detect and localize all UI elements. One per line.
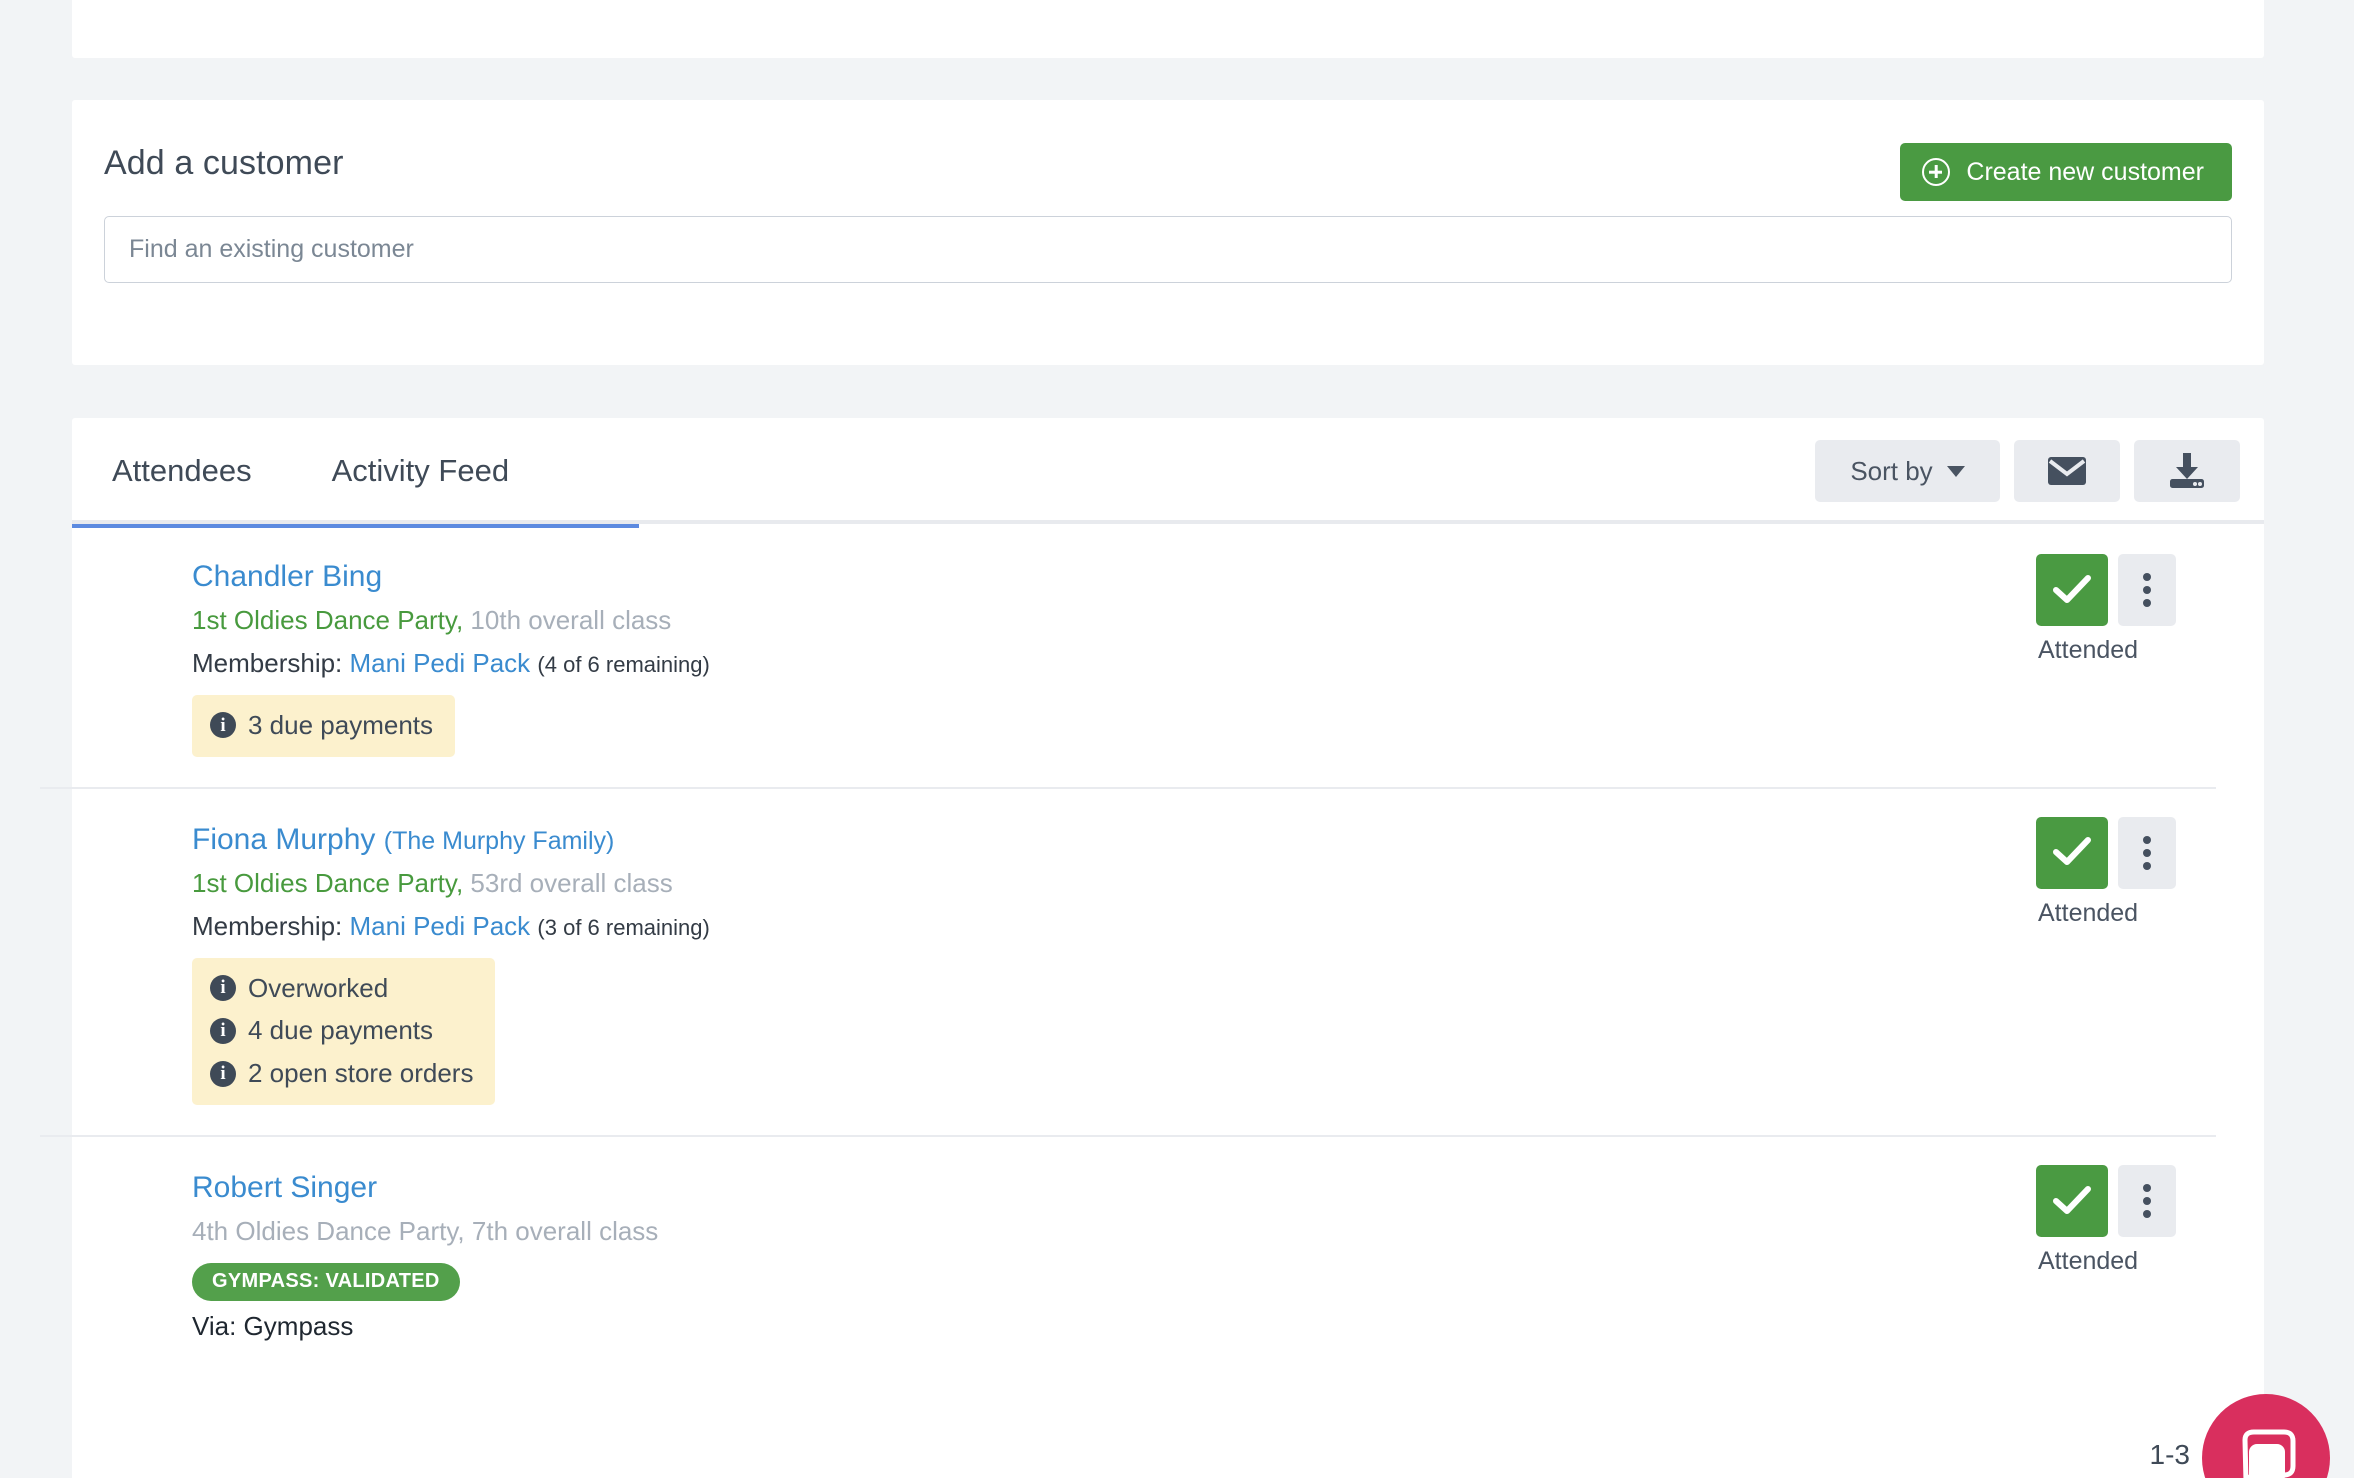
attendee-options-button[interactable] — [2118, 554, 2176, 626]
info-icon: i — [210, 712, 236, 739]
attendee-name-link[interactable]: Robert Singer — [192, 1171, 377, 1204]
tab-bar: Attendees Activity Feed Sort by — [72, 418, 2264, 528]
class-overall: 53rd overall class — [470, 867, 673, 898]
kebab-dot-icon — [2143, 1197, 2151, 1206]
add-customer-card: Add a customer Create new customer — [72, 100, 2264, 365]
kebab-dot-icon — [2143, 1210, 2151, 1219]
page-root: Add a customer Create new customer Atten… — [0, 0, 2354, 1478]
envelope-icon — [2047, 456, 2087, 486]
tab-attendees-label: Attendees — [112, 453, 252, 488]
attendees-card: Attendees Activity Feed Sort by Chandler… — [40, 418, 2264, 1478]
attendee-membership-line: Membership: Mani Pedi Pack (4 of 6 remai… — [192, 644, 2264, 683]
attendee-options-button[interactable] — [2118, 816, 2176, 889]
class-ordinal: 1st Oldies Dance Party, — [192, 867, 464, 898]
attendee-options-button[interactable] — [2118, 1165, 2176, 1238]
status-badge: GYMPASS: VALIDATED — [192, 1263, 460, 1302]
chevron-down-icon — [1946, 465, 1965, 477]
attendee-membership-line: Membership: Mani Pedi Pack (3 of 6 remai… — [192, 907, 2264, 946]
membership-link[interactable]: Mani Pedi Pack — [350, 648, 531, 678]
list-toolbar: Sort by — [1815, 440, 2240, 502]
sort-by-dropdown[interactable]: Sort by — [1815, 440, 2000, 502]
tabs: Attendees Activity Feed — [72, 418, 639, 528]
kebab-dot-icon — [2143, 848, 2151, 857]
email-attendees-button[interactable] — [2014, 440, 2120, 502]
class-ordinal: 1st Oldies Dance Party, — [192, 604, 464, 635]
download-attendees-button[interactable] — [2134, 440, 2240, 502]
attendee-name-line: Robert Singer — [192, 1169, 2264, 1207]
check-icon — [2052, 835, 2092, 870]
tab-activity-feed-label: Activity Feed — [331, 453, 510, 488]
pagination[interactable]: 1-3 — [2150, 1439, 2190, 1478]
membership-remaining: (3 of 6 remaining) — [537, 914, 710, 940]
alert-item: i 2 open store orders — [210, 1055, 473, 1092]
alert-label: 4 due payments — [248, 1015, 434, 1046]
chat-bubble-icon — [2233, 1426, 2299, 1478]
alert-item: i Overworked — [210, 970, 473, 1007]
attendee-actions: Attended — [2036, 816, 2216, 928]
class-overall: 7th overall class — [471, 1216, 659, 1247]
alert-label: 3 due payments — [248, 709, 434, 740]
attendee-source-line: Via: Gympass — [192, 1311, 354, 1342]
kebab-dot-icon — [2143, 835, 2151, 844]
kebab-dot-icon — [2143, 1184, 2151, 1193]
tab-attendees[interactable]: Attendees — [72, 418, 639, 528]
tab-activity-feed[interactable]: Activity Feed — [292, 418, 549, 524]
attendee-class-line: 1st Oldies Dance Party, 53rd overall cla… — [192, 864, 2264, 903]
check-icon — [2052, 573, 2092, 608]
mark-attended-button[interactable] — [2036, 554, 2108, 626]
info-icon: i — [210, 974, 236, 1001]
find-existing-customer-input[interactable] — [104, 216, 2232, 283]
attendee-family-label: (The Murphy Family) — [383, 826, 615, 855]
attendance-status: Attended — [2038, 1247, 2139, 1276]
pagination-range: 1-3 — [2149, 1439, 2190, 1470]
attendee-row: Fiona Murphy (The Murphy Family) 1st Old… — [40, 786, 2264, 1136]
kebab-dot-icon — [2143, 586, 2151, 594]
create-new-customer-button[interactable]: Create new customer — [1900, 143, 2232, 201]
alert-item: i 3 due payments — [210, 707, 433, 744]
info-icon: i — [210, 1017, 236, 1044]
membership-link[interactable]: Mani Pedi Pack — [350, 911, 531, 941]
kebab-dot-icon — [2143, 573, 2151, 581]
attendee-name-link[interactable]: Chandler Bing — [192, 560, 382, 593]
class-ordinal: 4th Oldies Dance Party, — [192, 1216, 465, 1247]
create-new-customer-label: Create new customer — [1966, 157, 2204, 186]
attendee-row: Robert Singer 4th Oldies Dance Party, 7t… — [40, 1135, 2264, 1372]
membership-label: Membership: — [192, 647, 343, 678]
attendee-class-line: 4th Oldies Dance Party, 7th overall clas… — [192, 1212, 2264, 1251]
mark-attended-button[interactable] — [2036, 816, 2108, 889]
membership-label: Membership: — [192, 910, 343, 941]
attendee-alerts: i 3 due payments — [192, 694, 456, 757]
attendance-status: Attended — [2038, 636, 2139, 664]
sort-by-label: Sort by — [1850, 455, 1933, 486]
info-icon: i — [210, 1060, 236, 1087]
page-title: Add a customer — [104, 144, 344, 182]
attendee-alerts: i Overworked i 4 due payments i 2 open s… — [192, 957, 496, 1106]
alert-label: 2 open store orders — [248, 1058, 474, 1089]
add-customer-header: Add a customer Create new customer — [72, 100, 2264, 218]
download-icon — [2168, 453, 2206, 489]
mark-attended-button[interactable] — [2036, 1165, 2108, 1238]
attendee-name-link[interactable]: Fiona Murphy — [192, 823, 375, 856]
membership-remaining: (4 of 6 remaining) — [537, 651, 710, 677]
attendee-name-line: Fiona Murphy (The Murphy Family) — [192, 821, 2264, 859]
attendee-actions: Attended — [2036, 554, 2216, 665]
attendee-class-line: 1st Oldies Dance Party, 10th overall cla… — [192, 601, 2264, 640]
previous-card-partial — [72, 0, 2264, 58]
check-icon — [2052, 1184, 2092, 1219]
plus-circle-icon — [1922, 158, 1951, 186]
class-overall: 10th overall class — [470, 604, 672, 635]
kebab-dot-icon — [2143, 861, 2151, 870]
alert-item: i 4 due payments — [210, 1012, 473, 1049]
attendance-status: Attended — [2038, 898, 2139, 927]
attendee-row: Chandler Bing 1st Oldies Dance Party, 10… — [72, 524, 2264, 787]
attendee-actions: Attended — [2036, 1165, 2216, 1276]
kebab-dot-icon — [2143, 599, 2151, 607]
attendee-name-line: Chandler Bing — [192, 558, 2264, 596]
alert-label: Overworked — [248, 972, 389, 1003]
